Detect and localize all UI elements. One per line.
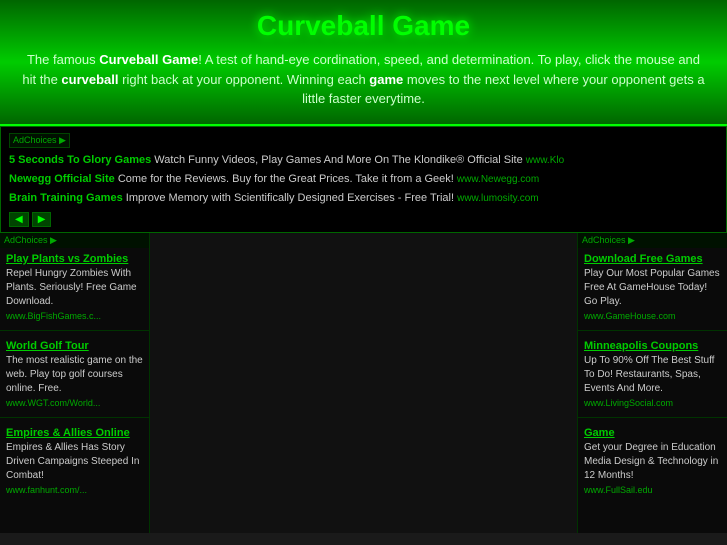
ad-prev-button[interactable]: ◀: [9, 212, 29, 227]
right-ad-text-1: Play Our Most Popular Games Free At Game…: [584, 268, 720, 307]
ad-text-3: Improve Memory with Scientifically Desig…: [126, 192, 454, 204]
ad-banner-item-3[interactable]: Brain Training Games Improve Memory with…: [9, 189, 718, 208]
left-ad-domain-3: www.fanhunt.com/...: [6, 485, 143, 495]
right-ad-domain-1: www.GameHouse.com: [584, 311, 721, 321]
right-ad-title-2[interactable]: Minneapolis Coupons: [584, 340, 721, 352]
right-ad-domain-2: www.LivingSocial.com: [584, 398, 721, 408]
left-ad-2: World Golf Tour The most realistic game …: [0, 335, 149, 413]
ad-title-1[interactable]: 5 Seconds To Glory Games: [9, 154, 151, 166]
left-divider-2: [0, 417, 149, 418]
ad-title-3[interactable]: Brain Training Games: [9, 192, 123, 204]
ad-banner: AdChoices ▶ 5 Seconds To Glory Games Wat…: [0, 126, 727, 233]
ad-nav-arrows: ◀ ▶: [9, 212, 51, 227]
ad-text-1: Watch Funny Videos, Play Games And More …: [154, 154, 522, 166]
left-ad-text-2: The most realistic game on the web. Play…: [6, 355, 143, 394]
left-adchoices-label: AdChoices ▶: [4, 235, 57, 246]
left-ad-text-3: Empires & Allies Has Story Driven Campai…: [6, 442, 139, 481]
right-adchoices-label: AdChoices ▶: [582, 235, 635, 246]
left-divider-1: [0, 330, 149, 331]
bold-curveball2: curveball: [61, 72, 118, 87]
bold-game: game: [369, 72, 403, 87]
left-ad-3: Empires & Allies Online Empires & Allies…: [0, 422, 149, 500]
right-ad-title-3[interactable]: Game: [584, 427, 721, 439]
main-content: AdChoices ▶ Play Plants vs Zombies Repel…: [0, 233, 727, 533]
left-ad-domain-1: www.BigFishGames.c...: [6, 311, 143, 321]
center-content: [150, 233, 577, 533]
left-ad-1: Play Plants vs Zombies Repel Hungry Zomb…: [0, 248, 149, 326]
left-adchoices[interactable]: AdChoices ▶: [0, 233, 149, 248]
ad-banner-item-2[interactable]: Newegg Official Site Come for the Review…: [9, 170, 718, 189]
left-ad-text-1: Repel Hungry Zombies With Plants. Seriou…: [6, 268, 137, 307]
left-sidebar: AdChoices ▶ Play Plants vs Zombies Repel…: [0, 233, 150, 533]
adchoices-banner[interactable]: AdChoices ▶: [9, 133, 70, 148]
right-sidebar: AdChoices ▶ Download Free Games Play Our…: [577, 233, 727, 533]
page-description: The famous Curveball Game! A test of han…: [20, 50, 707, 109]
ad-title-2[interactable]: Newegg Official Site: [9, 173, 115, 185]
ad-banner-item-1[interactable]: 5 Seconds To Glory Games Watch Funny Vid…: [9, 151, 718, 170]
right-ad-3: Game Get your Degree in Education Media …: [578, 422, 727, 500]
page-title: Curveball Game: [20, 10, 707, 42]
right-ad-domain-3: www.FullSail.edu: [584, 485, 721, 495]
right-adchoices[interactable]: AdChoices ▶: [578, 233, 727, 248]
ad-domain-2: www.Newegg.com: [457, 174, 539, 185]
ad-banner-nav: ◀ ▶: [9, 212, 718, 227]
ad-domain-3: www.lumosity.com: [457, 193, 539, 204]
ad-next-button[interactable]: ▶: [32, 212, 52, 227]
page-header: Curveball Game The famous Curveball Game…: [0, 0, 727, 126]
right-ad-text-2: Up To 90% Off The Best Stuff To Do! Rest…: [584, 355, 714, 394]
right-divider-2: [578, 417, 727, 418]
ad-text-2: Come for the Reviews. Buy for the Great …: [118, 173, 454, 185]
right-ad-title-1[interactable]: Download Free Games: [584, 253, 721, 265]
ad-domain-1: www.Klo: [526, 155, 564, 166]
left-ad-title-1[interactable]: Play Plants vs Zombies: [6, 253, 143, 265]
right-ad-2: Minneapolis Coupons Up To 90% Off The Be…: [578, 335, 727, 413]
right-ad-1: Download Free Games Play Our Most Popula…: [578, 248, 727, 326]
left-ad-title-2[interactable]: World Golf Tour: [6, 340, 143, 352]
left-ad-domain-2: www.WGT.com/World...: [6, 398, 143, 408]
right-divider-1: [578, 330, 727, 331]
bold-curveball1: Curveball Game: [99, 52, 198, 67]
left-ad-title-3[interactable]: Empires & Allies Online: [6, 427, 143, 439]
right-ad-text-3: Get your Degree in Education Media Desig…: [584, 442, 718, 481]
